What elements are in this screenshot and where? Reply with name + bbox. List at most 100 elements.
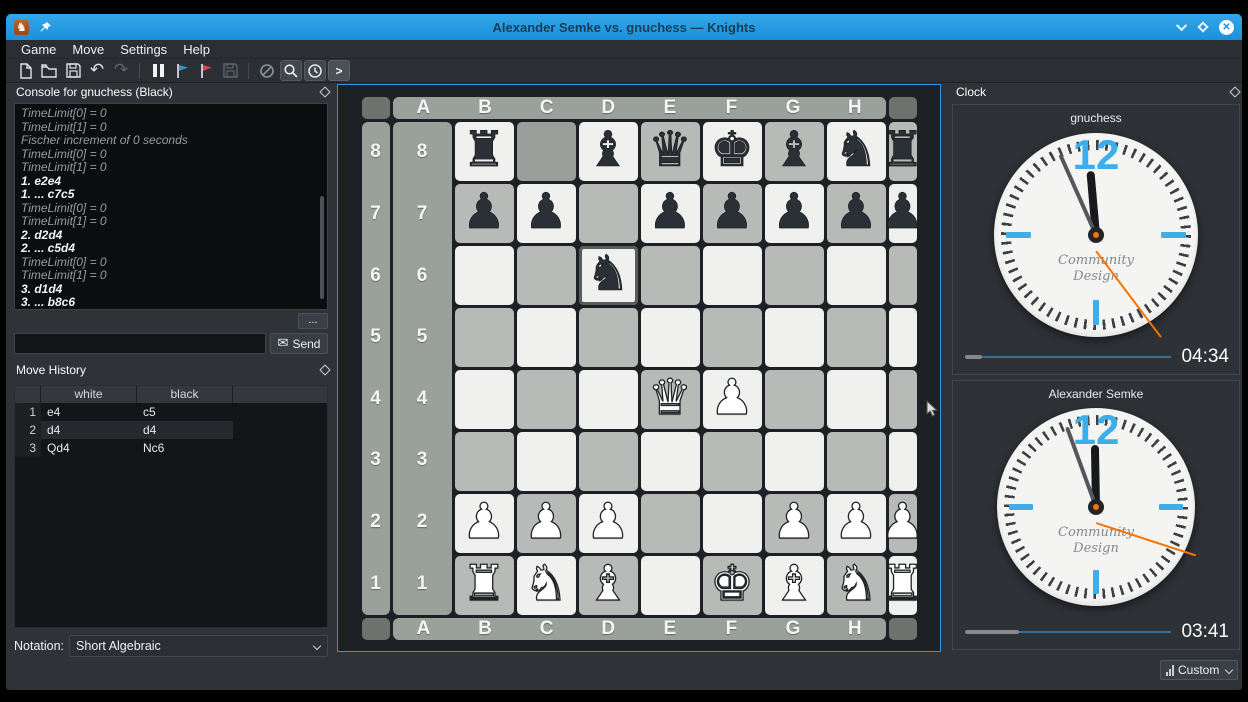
square-c4[interactable] xyxy=(579,370,638,429)
white-pawn-piece[interactable]: ♟ xyxy=(834,497,878,546)
move-history-row[interactable]: 2d4d4 xyxy=(15,421,327,439)
white-king-piece[interactable]: ♚ xyxy=(710,559,754,608)
white-pawn-piece[interactable]: ♟ xyxy=(710,373,754,422)
square-c7[interactable] xyxy=(579,184,638,243)
square-c2[interactable]: ♟ xyxy=(579,494,638,553)
open-button[interactable] xyxy=(38,60,60,81)
menu-move[interactable]: Move xyxy=(65,41,111,58)
square-e8[interactable]: ♚ xyxy=(703,122,762,181)
square-d7[interactable]: ♟ xyxy=(641,184,700,243)
square-h1[interactable]: ♜ xyxy=(889,556,917,615)
square-f1[interactable]: ♝ xyxy=(765,556,824,615)
console-dock-header[interactable]: Console for gnuchess (Black) xyxy=(16,84,328,100)
square-b7[interactable]: ♟ xyxy=(517,184,576,243)
undo-button[interactable]: ↶ xyxy=(86,60,108,81)
square-h3[interactable] xyxy=(889,432,917,491)
square-d5[interactable] xyxy=(641,308,700,367)
square-f2[interactable]: ♟ xyxy=(765,494,824,553)
square-b5[interactable] xyxy=(517,308,576,367)
black-bishop-piece[interactable]: ♝ xyxy=(772,125,816,174)
black-king-piece[interactable]: ♚ xyxy=(710,125,754,174)
square-g1[interactable]: ♞ xyxy=(827,556,886,615)
redo-button[interactable]: ↷ xyxy=(110,60,132,81)
menu-help[interactable]: Help xyxy=(176,41,217,58)
square-h7[interactable]: ♟ xyxy=(889,184,917,243)
square-a2[interactable]: ♟ xyxy=(455,494,514,553)
black-rook-piece[interactable]: ♜ xyxy=(462,125,506,174)
black-pawn-piece[interactable]: ♟ xyxy=(462,187,506,236)
square-e6[interactable] xyxy=(703,246,762,305)
square-g3[interactable] xyxy=(827,432,886,491)
console-float-button[interactable] xyxy=(319,86,330,97)
square-d3[interactable] xyxy=(641,432,700,491)
console-scrollbar[interactable] xyxy=(320,196,324,299)
clock-dock-header[interactable]: Clock xyxy=(956,84,1238,100)
square-e3[interactable] xyxy=(703,432,762,491)
send-button[interactable]: ✉ Send xyxy=(270,333,328,354)
square-h2[interactable]: ♟ xyxy=(889,494,917,553)
time-progress-semke[interactable] xyxy=(965,629,1171,635)
square-b3[interactable] xyxy=(517,432,576,491)
move-history-row[interactable]: 3Qd4Nc6 xyxy=(15,439,327,457)
square-f4[interactable] xyxy=(765,370,824,429)
difficulty-combobox[interactable]: Custom xyxy=(1160,660,1238,680)
adjourn-save-button[interactable] xyxy=(219,60,241,81)
save-button[interactable] xyxy=(62,60,84,81)
pause-button[interactable] xyxy=(147,60,169,81)
square-c5[interactable] xyxy=(579,308,638,367)
white-knight-piece[interactable]: ♞ xyxy=(834,559,878,608)
square-f7[interactable]: ♟ xyxy=(765,184,824,243)
square-f8[interactable]: ♝ xyxy=(765,122,824,181)
square-a5[interactable] xyxy=(455,308,514,367)
square-h6[interactable] xyxy=(889,246,917,305)
column-header-white[interactable]: white xyxy=(41,386,137,403)
white-pawn-piece[interactable]: ♟ xyxy=(881,497,925,546)
black-rook-piece[interactable]: ♜ xyxy=(881,125,925,174)
white-queen-piece[interactable]: ♛ xyxy=(648,373,692,422)
white-pawn-piece[interactable]: ♟ xyxy=(586,497,630,546)
square-g7[interactable]: ♟ xyxy=(827,184,886,243)
black-queen-piece[interactable]: ♛ xyxy=(648,125,692,174)
square-b4[interactable] xyxy=(517,370,576,429)
move-history-table[interactable]: white black 1e4c52d4d43Qd4Nc6 xyxy=(14,385,328,628)
square-f5[interactable] xyxy=(765,308,824,367)
square-d4[interactable]: ♛ xyxy=(641,370,700,429)
resign-flag-button[interactable] xyxy=(195,60,217,81)
square-a3[interactable] xyxy=(455,432,514,491)
black-pawn-piece[interactable]: ♟ xyxy=(524,187,568,236)
square-c8[interactable]: ♝ xyxy=(579,122,638,181)
maximize-button[interactable] xyxy=(1197,21,1208,32)
console-input[interactable] xyxy=(14,333,266,354)
menu-settings[interactable]: Settings xyxy=(113,41,174,58)
square-c1[interactable]: ♝ xyxy=(579,556,638,615)
clock-toggle-button[interactable] xyxy=(304,60,326,81)
square-g8[interactable]: ♞ xyxy=(827,122,886,181)
close-button[interactable]: ✕ xyxy=(1219,20,1234,35)
square-c3[interactable] xyxy=(579,432,638,491)
black-knight-piece[interactable]: ♞ xyxy=(586,249,630,298)
square-h5[interactable] xyxy=(889,308,917,367)
square-h4[interactable] xyxy=(889,370,917,429)
square-e1[interactable]: ♚ xyxy=(703,556,762,615)
black-pawn-piece[interactable]: ♟ xyxy=(710,187,754,236)
square-a1[interactable]: ♜ xyxy=(455,556,514,615)
square-c6[interactable]: ♞ xyxy=(579,246,638,305)
square-b2[interactable]: ♟ xyxy=(517,494,576,553)
square-a4[interactable] xyxy=(455,370,514,429)
draw-flag-button[interactable] xyxy=(171,60,193,81)
move-history-dock-header[interactable]: Move History xyxy=(16,362,328,378)
square-a8[interactable]: ♜ xyxy=(455,122,514,181)
chess-board[interactable]: ABCDEFGH87654321♜♝♛♚♝♞♜♟♟♟♟♟♟♟♞♛♟♟♟♟♟♟♟♜… xyxy=(337,84,941,652)
square-d1[interactable] xyxy=(641,556,700,615)
white-knight-piece[interactable]: ♞ xyxy=(524,559,568,608)
square-d6[interactable] xyxy=(641,246,700,305)
white-pawn-piece[interactable]: ♟ xyxy=(462,497,506,546)
white-bishop-piece[interactable]: ♝ xyxy=(586,559,630,608)
clock-float-button[interactable] xyxy=(1229,86,1240,97)
square-b8[interactable] xyxy=(517,122,576,181)
square-f6[interactable] xyxy=(765,246,824,305)
square-a6[interactable] xyxy=(455,246,514,305)
column-header-black[interactable]: black xyxy=(137,386,233,403)
new-game-button[interactable] xyxy=(14,60,36,81)
white-rook-piece[interactable]: ♜ xyxy=(881,559,925,608)
